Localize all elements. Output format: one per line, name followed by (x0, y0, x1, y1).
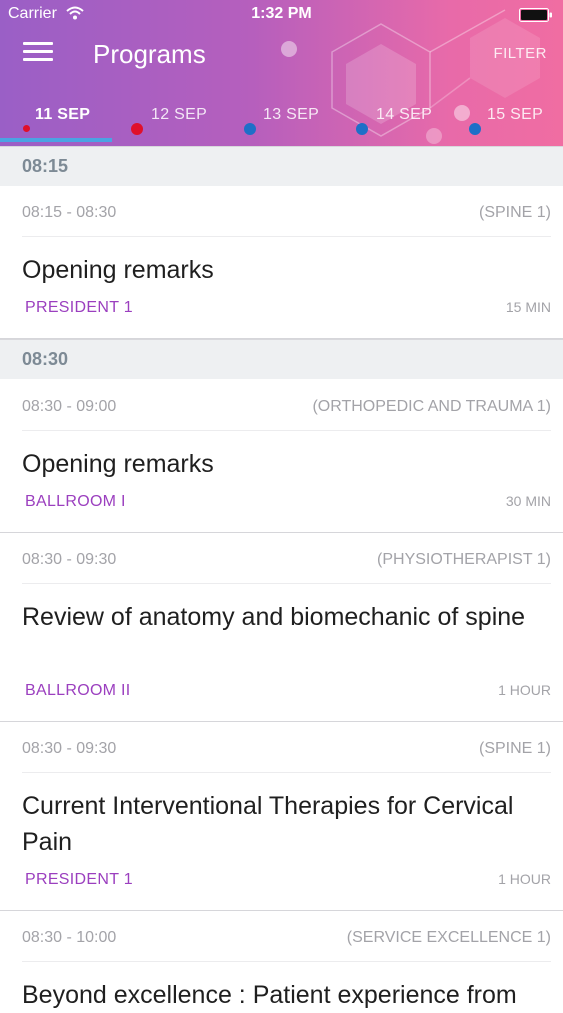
session-track: (PHYSIOTHERAPIST 1) (377, 551, 551, 568)
session-title: Beyond excellence : Patient experience f… (22, 981, 517, 1009)
session-card[interactable]: 08:30 - 09:30 (PHYSIOTHERAPIST 1) Review… (0, 533, 563, 722)
session-card[interactable]: 08:30 - 09:00 (ORTHOPEDIC AND TRAUMA 1) … (0, 380, 563, 533)
card-divider (22, 430, 551, 431)
hamburger-menu-icon[interactable] (23, 42, 53, 66)
session-time-range: 08:30 - 09:00 (22, 398, 117, 415)
session-room: PRESIDENT 1 (25, 871, 133, 888)
tab-dot-13-sep (244, 123, 256, 135)
section-header-0830: 08:30 (0, 339, 563, 379)
session-duration: 15 MIN (505, 299, 551, 315)
card-divider (22, 772, 551, 773)
tab-dot-15-sep (469, 123, 481, 135)
tab-dot-12-sep (131, 123, 143, 135)
session-card[interactable]: 08:30 - 09:30 (SPINE 1) Current Interven… (0, 722, 563, 911)
session-track: (SPINE 1) (478, 204, 551, 221)
session-room: BALLROOM II (25, 682, 131, 699)
session-time-range: 08:30 - 09:30 (22, 740, 117, 757)
app-header: Carrier 1:32 PM Programs FILTER 11 SEP 1… (0, 0, 563, 146)
filter-button[interactable]: FILTER (493, 45, 547, 62)
session-time-range: 08:30 - 09:30 (22, 551, 117, 568)
session-track: (ORTHOPEDIC AND TRAUMA 1) (312, 398, 551, 415)
session-duration: 1 HOUR (498, 871, 551, 887)
active-tab-indicator (0, 138, 112, 142)
battery-icon (519, 8, 552, 22)
tab-14-sep[interactable]: 14 SEP (376, 106, 432, 124)
card-divider (22, 961, 551, 962)
session-room: PRESIDENT 1 (25, 299, 133, 316)
tab-15-sep[interactable]: 15 SEP (487, 106, 543, 124)
session-card[interactable]: 08:15 - 08:30 (SPINE 1) Opening remarks … (0, 186, 563, 339)
tab-dot-11-sep (23, 125, 30, 132)
card-divider (22, 236, 551, 237)
page-title: Programs (93, 39, 206, 69)
session-card[interactable]: 08:30 - 10:00 (SERVICE EXCELLENCE 1) Bey… (0, 911, 563, 1009)
status-time: 1:32 PM (251, 5, 312, 22)
status-bar: Carrier 1:32 PM (0, 0, 563, 28)
session-duration: 30 MIN (505, 493, 551, 509)
session-time-range: 08:30 - 10:00 (22, 929, 117, 946)
card-divider (22, 583, 551, 584)
session-title: Review of anatomy and biomechanic of spi… (22, 603, 526, 631)
tab-12-sep[interactable]: 12 SEP (151, 106, 207, 124)
tab-13-sep[interactable]: 13 SEP (263, 106, 319, 124)
tab-11-sep[interactable]: 11 SEP (35, 106, 90, 124)
session-track: (SERVICE EXCELLENCE 1) (346, 929, 551, 946)
session-room: BALLROOM I (25, 493, 126, 510)
session-track: (SPINE 1) (478, 740, 551, 757)
session-duration: 1 HOUR (498, 682, 551, 698)
tab-dot-14-sep (356, 123, 368, 135)
session-title: Opening remarks (22, 450, 214, 478)
session-title: Opening remarks (22, 256, 214, 284)
session-title: Current Interventional Therapies for Cer… (22, 792, 514, 856)
section-header-0815: 08:15 (0, 146, 563, 186)
session-time-range: 08:15 - 08:30 (22, 204, 117, 221)
